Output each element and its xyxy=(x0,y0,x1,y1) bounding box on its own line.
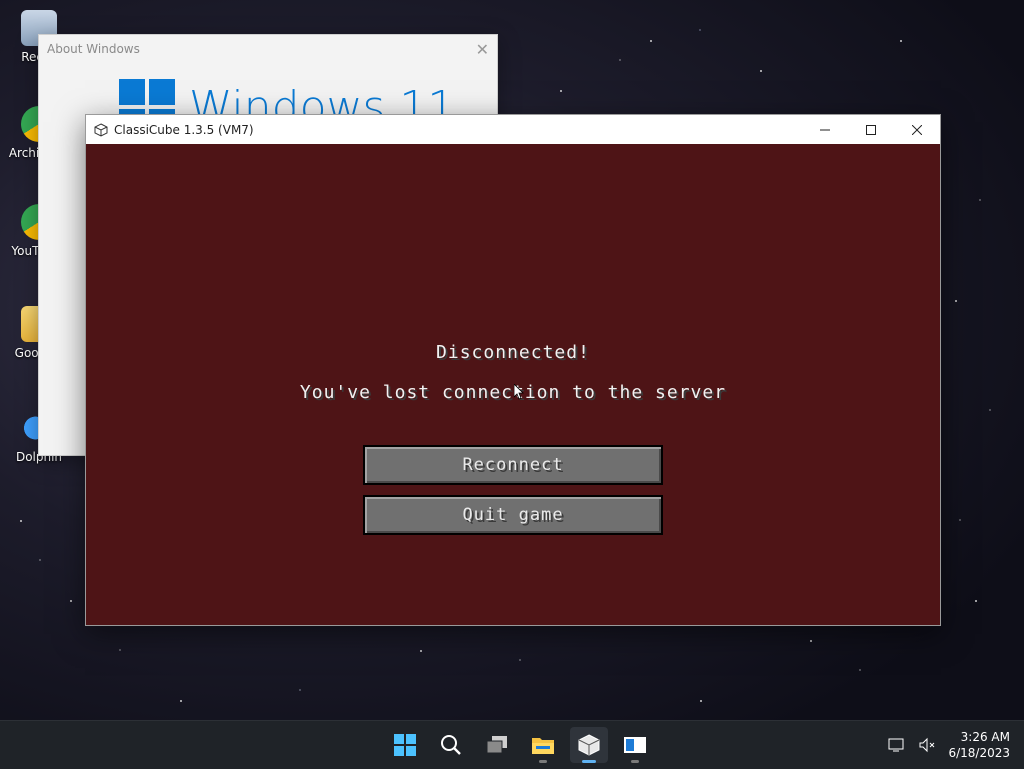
start-button[interactable] xyxy=(386,727,424,763)
dolphin-app-icon xyxy=(624,737,646,753)
dolphin-taskbar-button[interactable] xyxy=(616,727,654,763)
windows-start-icon xyxy=(394,734,416,756)
system-tray: 3:26 AM 6/18/2023 xyxy=(888,729,1010,761)
taskbar: 3:26 AM 6/18/2023 xyxy=(0,720,1024,769)
classicube-icon xyxy=(94,122,108,137)
close-icon xyxy=(912,124,922,135)
mouse-cursor-icon xyxy=(514,384,524,400)
volume-muted-icon[interactable] xyxy=(918,737,936,753)
about-windows-title: About Windows xyxy=(47,42,140,56)
file-explorer-button[interactable] xyxy=(524,727,562,763)
taskbar-apps xyxy=(386,727,654,763)
classicube-icon xyxy=(578,734,600,756)
classicube-window: ClassiCube 1.3.5 (VM7) Disconnected! You… xyxy=(85,114,941,626)
task-view-button[interactable] xyxy=(478,727,516,763)
game-viewport: Disconnected! You've lost connection to … xyxy=(86,144,940,625)
close-button[interactable] xyxy=(894,115,940,144)
about-windows-titlebar: About Windows ✕ xyxy=(39,35,497,63)
clock-date: 6/18/2023 xyxy=(948,746,1010,760)
classicube-taskbar-button[interactable] xyxy=(570,727,608,763)
close-icon[interactable]: ✕ xyxy=(476,40,489,59)
disconnect-heading: Disconnected! xyxy=(436,342,590,363)
reconnect-button[interactable]: Reconnect xyxy=(363,445,663,485)
task-view-icon xyxy=(486,736,507,754)
maximize-button[interactable] xyxy=(848,115,894,144)
minimize-button[interactable] xyxy=(802,115,848,144)
minimize-icon xyxy=(820,129,830,130)
disconnect-message: You've lost connection to the server xyxy=(299,382,727,403)
classicube-title: ClassiCube 1.3.5 (VM7) xyxy=(114,122,254,137)
search-button[interactable] xyxy=(432,727,470,763)
maximize-icon xyxy=(866,124,876,135)
network-icon[interactable] xyxy=(888,737,906,753)
file-explorer-icon xyxy=(532,738,554,754)
quit-game-button[interactable]: Quit game xyxy=(363,495,663,535)
search-icon xyxy=(441,735,461,755)
clock[interactable]: 3:26 AM 6/18/2023 xyxy=(948,729,1010,761)
clock-time: 3:26 AM xyxy=(960,730,1010,744)
classicube-titlebar[interactable]: ClassiCube 1.3.5 (VM7) xyxy=(86,115,940,144)
